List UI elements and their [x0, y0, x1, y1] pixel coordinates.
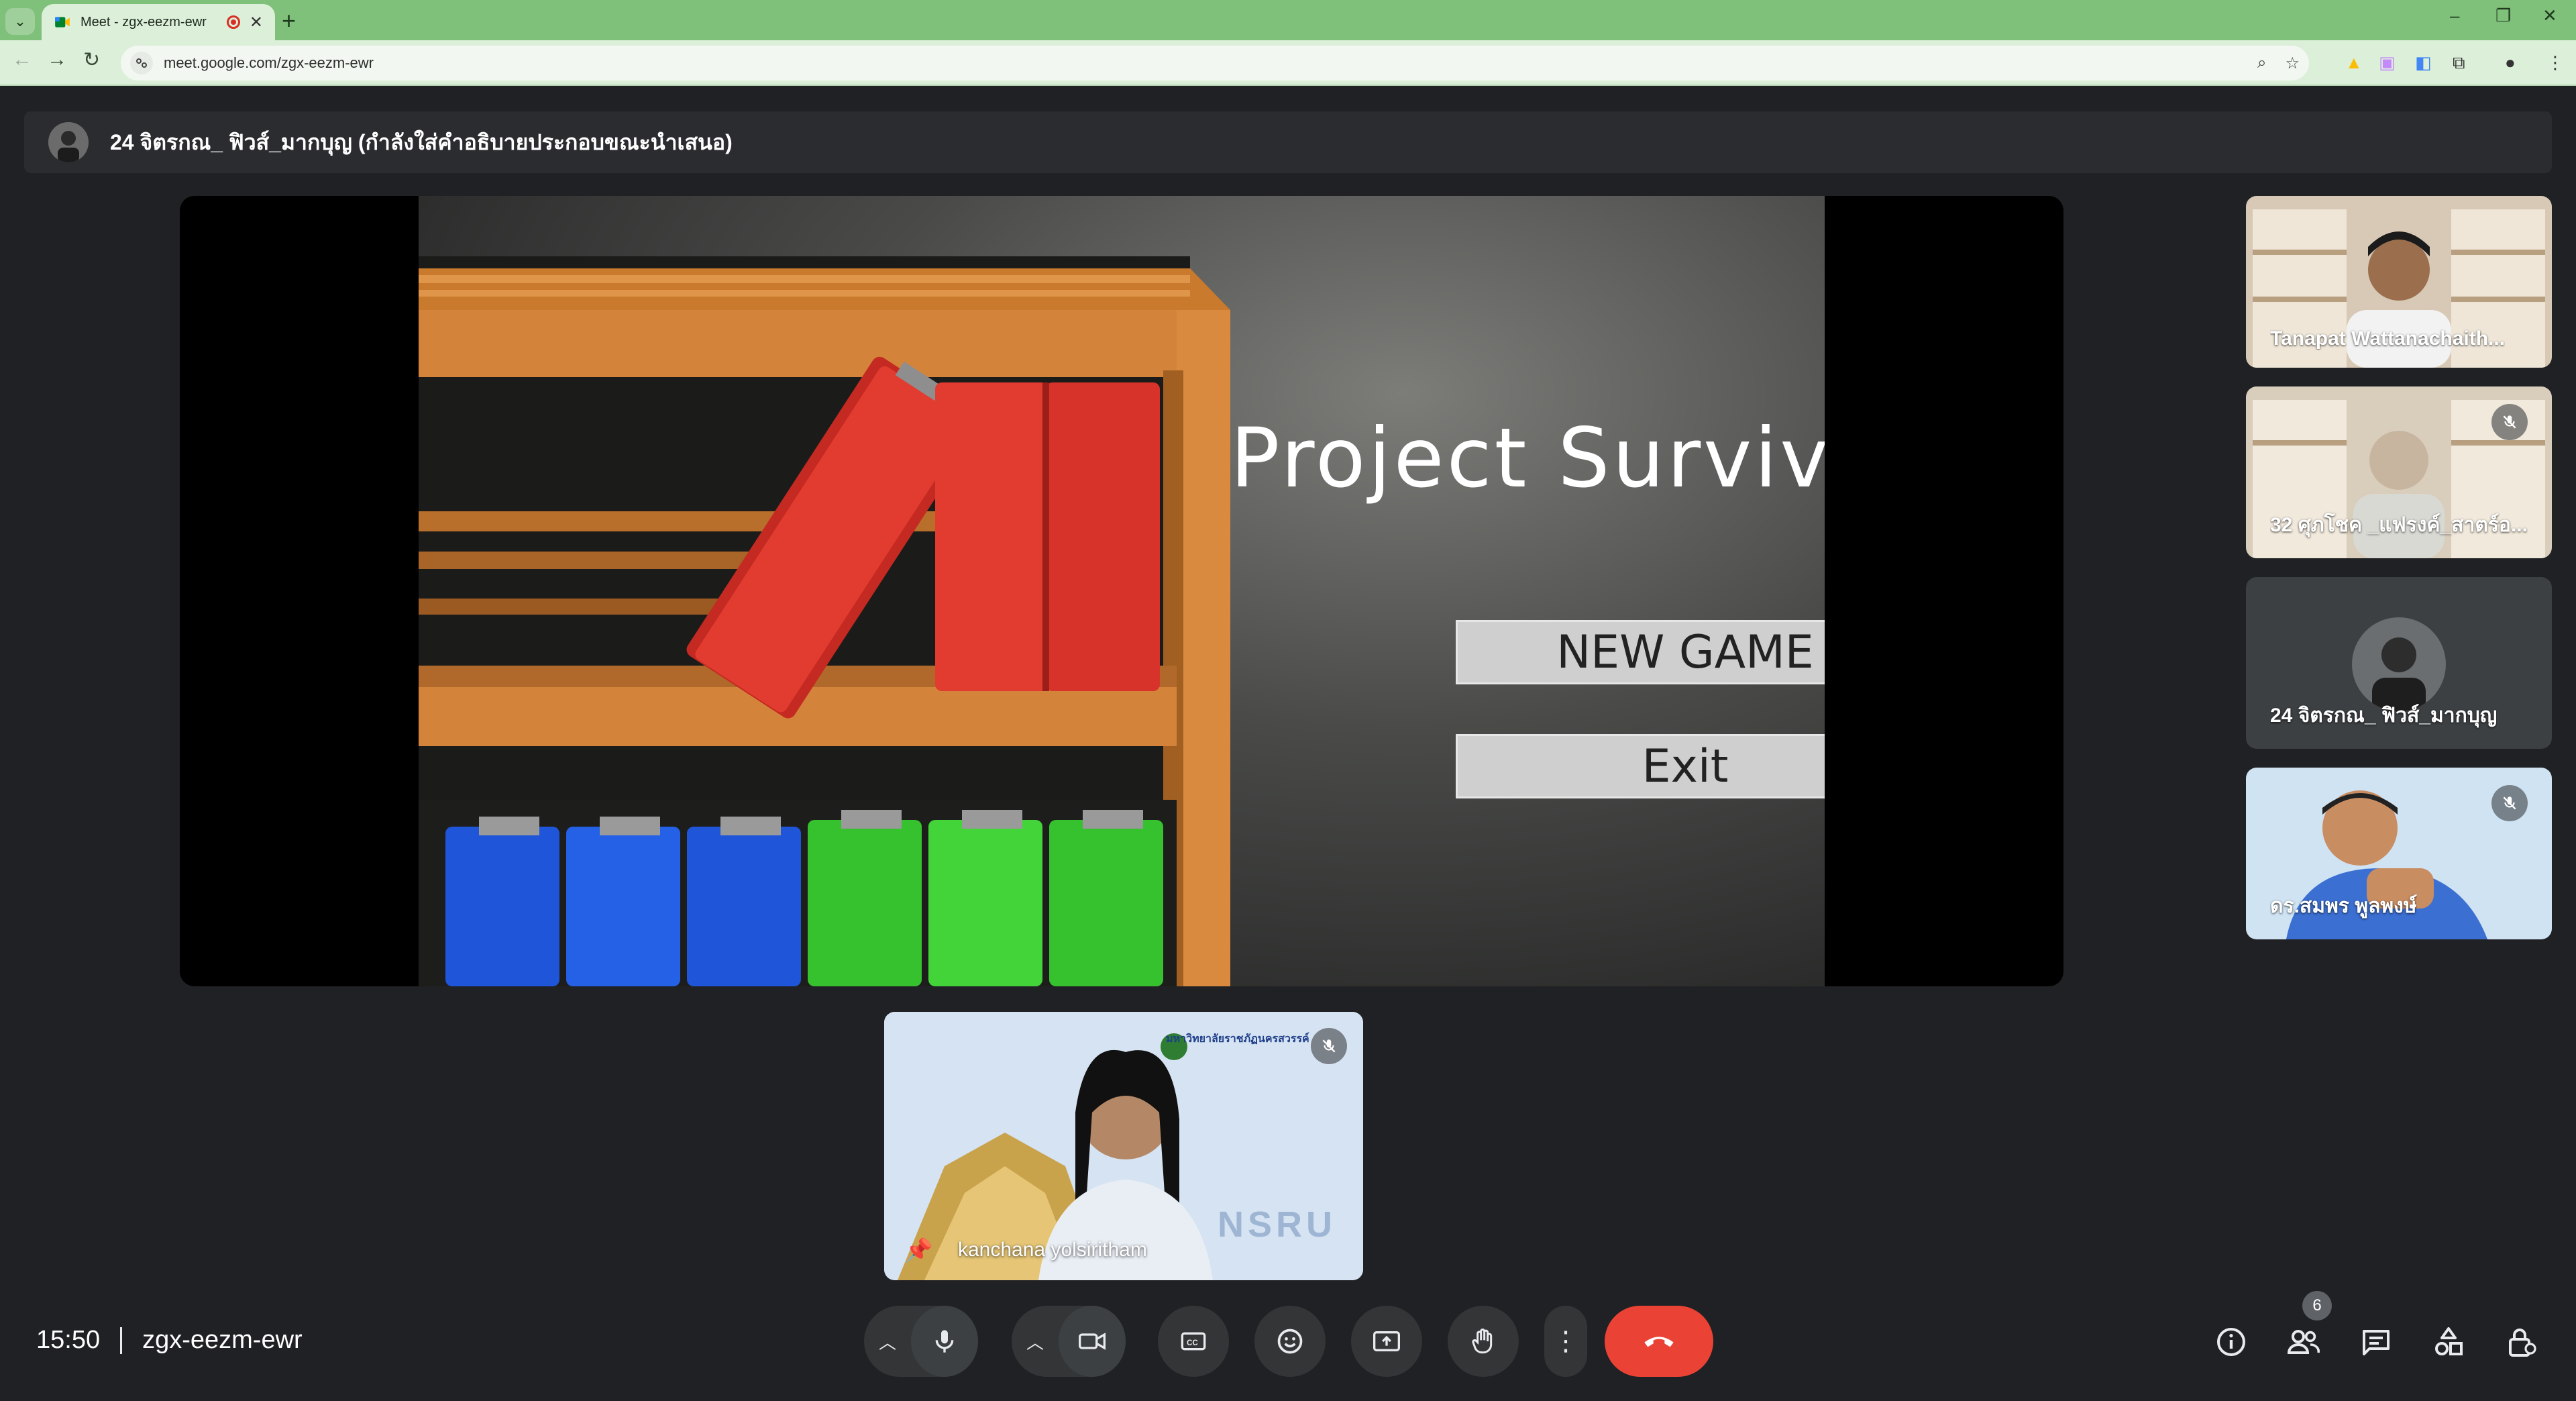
participant-name: 32 ศุภโชค _แฟรงค์_สาตร์อ...	[2270, 514, 2528, 536]
people-icon	[2287, 1330, 2320, 1354]
participant-name: 24 จิตรกณ_ ฟิวส์_มากบุญ	[2270, 705, 2498, 727]
chat-icon	[2363, 1330, 2390, 1355]
reload-icon[interactable]: ↻	[83, 48, 100, 72]
forward-arrow-icon[interactable]: →	[47, 48, 67, 71]
exit-button[interactable]: Exit	[1456, 734, 1825, 798]
present-icon	[1373, 1331, 1400, 1351]
muted-mic-icon	[2491, 785, 2528, 821]
current-time: 15:50	[36, 1326, 101, 1354]
pin-icon[interactable]: 📌	[904, 1237, 932, 1264]
translate-icon[interactable]: ◧	[2415, 52, 2432, 73]
close-window-button[interactable]: ✕	[2542, 5, 2557, 26]
participant-count-badge: 6	[2302, 1291, 2332, 1320]
leave-call-button[interactable]	[1605, 1306, 1713, 1377]
video-settings-chevron-icon[interactable]: ︿	[1012, 1329, 1059, 1354]
emoji-icon	[1277, 1329, 1303, 1354]
browser-toolbar: ← → ↻ meet.google.com/zgx-eezm-ewr ⌕ ☆ ▲…	[0, 40, 2576, 86]
new-game-button[interactable]: NEW GAME	[1456, 620, 1825, 684]
url-text: meet.google.com/zgx-eezm-ewr	[164, 54, 374, 71]
reactions-button[interactable]	[1254, 1306, 1326, 1377]
tab-search-button[interactable]: ⌄	[5, 8, 35, 35]
presenter-avatar	[48, 122, 89, 162]
participant-avatar	[2352, 617, 2446, 711]
zoom-icon[interactable]: ⌕	[2257, 54, 2266, 72]
raise-hand-button[interactable]	[1448, 1306, 1519, 1377]
game-screen: Project Survival NEW GAME Exit	[419, 196, 1825, 986]
presenter-status-text: 24 จิตรกณ_ ฟิวส์_มากบุญ (กำลังใส่คำอธิบา…	[110, 129, 733, 154]
muted-mic-icon	[1311, 1028, 1347, 1064]
restore-button[interactable]: ❐	[2496, 5, 2511, 26]
nsru-watermark: NSRU	[1217, 1204, 1336, 1245]
participant-tile[interactable]: 32 ศุภโชค _แฟรงค์_สาตร์อ...	[2246, 386, 2552, 558]
drive-extension-icon[interactable]: ▲	[2345, 52, 2363, 73]
meet-favicon-icon	[55, 17, 70, 28]
end-call-icon	[1644, 1337, 1674, 1347]
svg-text:CC: CC	[1187, 1339, 1198, 1347]
host-controls-button[interactable]	[2498, 1319, 2544, 1365]
bookmark-star-icon[interactable]: ☆	[2285, 54, 2300, 73]
screen-share-stage: Project Survival NEW GAME Exit	[180, 196, 2063, 986]
info-icon	[2217, 1328, 2245, 1356]
meeting-info: 15:50 zgx-eezm-ewr	[36, 1326, 303, 1355]
participant-tile[interactable]: Tanapat Wattanachaith...	[2246, 196, 2552, 368]
bookshelf-illustration	[419, 256, 1230, 986]
minimize-button[interactable]: –	[2450, 5, 2459, 26]
meeting-code: zgx-eezm-ewr	[142, 1326, 303, 1354]
participant-name: Tanapat Wattanachaith...	[2270, 327, 2506, 350]
tab-title: Meet - zgx-eezm-ewr	[80, 14, 207, 30]
site-info-icon[interactable]	[130, 52, 153, 74]
extensions-puzzle-icon[interactable]: ⧉	[2453, 52, 2465, 74]
people-button[interactable]	[2281, 1319, 2326, 1365]
browser-tab-meet[interactable]: Meet - zgx-eezm-ewr ✕	[42, 4, 275, 40]
recording-icon	[226, 15, 240, 29]
mic-control-group: ︿	[864, 1306, 978, 1377]
new-tab-button[interactable]: +	[282, 7, 296, 35]
more-vert-icon: ⋮	[1552, 1327, 1579, 1356]
divider	[120, 1327, 123, 1354]
browser-tabstrip: ⌄ Meet - zgx-eezm-ewr ✕ + – ❐ ✕	[0, 0, 2576, 40]
microphone-button[interactable]	[910, 1306, 978, 1377]
participant-tile[interactable]: 24 จิตรกณ_ ฟิวส์_มากบุญ	[2246, 577, 2552, 749]
chat-button[interactable]	[2353, 1319, 2399, 1365]
chevron-down-icon: ⌄	[13, 13, 27, 30]
university-logo-text: มหาวิทยาลัยราชภัฏนครสวรรค์	[1166, 1033, 1309, 1045]
camera-control-group: ︿	[1012, 1306, 1126, 1377]
captions-icon: CC	[1181, 1332, 1206, 1351]
camera-icon	[1078, 1333, 1106, 1350]
muted-mic-icon	[2491, 404, 2528, 440]
activities-button[interactable]	[2426, 1319, 2471, 1365]
microphone-icon	[935, 1330, 954, 1353]
activities-icon	[2435, 1327, 2463, 1355]
meeting-details-button[interactable]	[2208, 1319, 2254, 1365]
captions-button[interactable]: CC	[1158, 1306, 1229, 1377]
address-bar[interactable]: meet.google.com/zgx-eezm-ewr ⌕ ☆	[121, 46, 2309, 81]
lock-person-icon	[2509, 1329, 2536, 1357]
close-tab-icon[interactable]: ✕	[250, 13, 263, 32]
game-title: Project Survival	[1230, 411, 1825, 506]
browser-menu-icon[interactable]: ⋮	[2546, 52, 2564, 73]
participant-tile[interactable]: ดร.สมพร พูลพงษ์	[2246, 768, 2552, 939]
hand-icon	[1472, 1329, 1493, 1354]
audio-settings-chevron-icon[interactable]: ︿	[864, 1329, 911, 1354]
extension-icon[interactable]: ▣	[2379, 52, 2396, 73]
camera-button[interactable]	[1058, 1306, 1126, 1377]
profile-avatar-icon[interactable]: ●	[2505, 52, 2516, 73]
pinned-participant-tile[interactable]: มหาวิทยาลัยราชภัฏนครสวรรค์ NSRU 📌 kancha…	[884, 1012, 1363, 1280]
more-options-button[interactable]: ⋮	[1544, 1306, 1587, 1377]
back-arrow-icon[interactable]: ←	[12, 48, 32, 71]
presenter-banner: 24 จิตรกณ_ ฟิวส์_มากบุญ (กำลังใส่คำอธิบา…	[24, 111, 2552, 173]
present-screen-button[interactable]	[1351, 1306, 1422, 1377]
participant-name: ดร.สมพร พูลพงษ์	[2270, 895, 2417, 917]
participant-name: kanchana yolsiritham	[958, 1239, 1147, 1261]
